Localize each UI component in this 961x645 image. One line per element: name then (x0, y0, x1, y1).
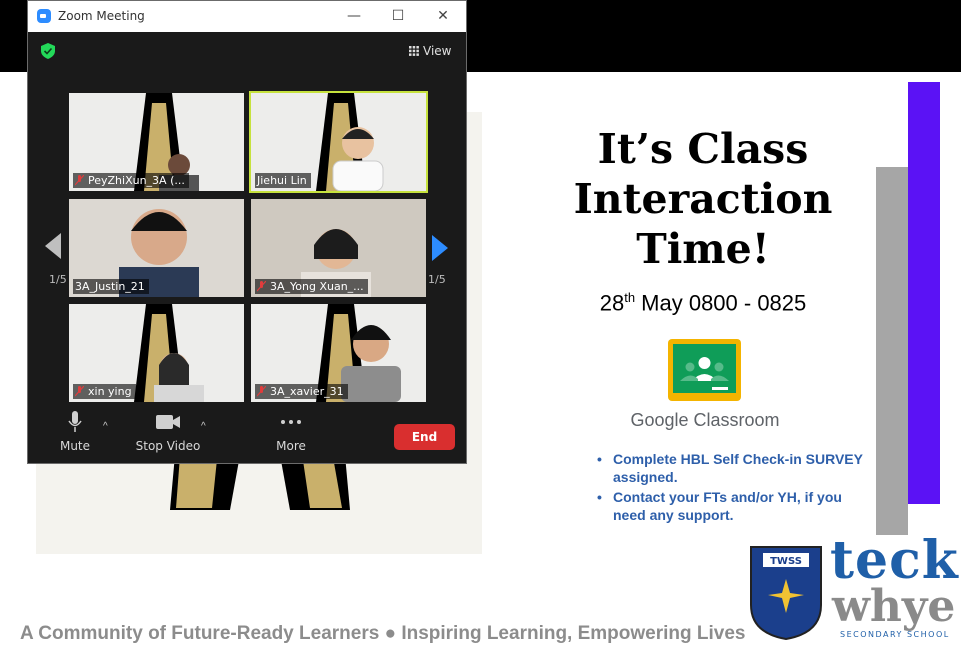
previous-page-arrow-icon[interactable] (45, 233, 61, 259)
audio-options-chevron-up-icon[interactable]: ^ (103, 421, 108, 432)
next-page-arrow-icon[interactable] (432, 235, 448, 261)
participant-name-label: 3A_Yong Xuan_... (255, 279, 368, 294)
school-crest-icon: TWSS (750, 546, 822, 641)
grid-view-icon (409, 46, 419, 56)
mic-muted-icon (75, 386, 84, 397)
video-camera-icon (156, 415, 180, 429)
date-suffix: th (624, 290, 636, 305)
slide-title-line: Interaction (573, 175, 833, 223)
close-button[interactable]: ✕ (431, 5, 455, 27)
participant-name: 3A_xavier_31 (270, 385, 344, 398)
accent-bar-purple (908, 82, 940, 504)
participant-name-label: PeyZhiXun_3A (... (73, 173, 189, 188)
slide-date: 28th May 0800 - 0825 (548, 290, 858, 316)
participant-name: PeyZhiXun_3A (... (88, 174, 185, 187)
participant-name: 3A_Justin_21 (75, 280, 145, 293)
stop-video-button[interactable]: Stop Video (134, 411, 202, 453)
end-meeting-button[interactable]: End (394, 424, 455, 450)
maximize-button[interactable]: ☐ (386, 5, 410, 27)
crest-text: TWSS (770, 556, 802, 567)
view-label: View (423, 44, 452, 58)
slide-title-line: It’s Class (597, 125, 809, 173)
participant-tile-active-speaker[interactable]: Jiehui Lin (251, 93, 426, 191)
participant-video (154, 353, 204, 402)
more-label: More (276, 439, 306, 453)
instructions-list: Complete HBL Self Check-in SURVEY assign… (595, 450, 865, 526)
instruction-item: Complete HBL Self Check-in SURVEY assign… (595, 450, 865, 486)
stop-video-label: Stop Video (135, 439, 201, 453)
brand-line-school: SECONDARY SCHOOL (840, 630, 950, 639)
more-button[interactable]: More (274, 411, 308, 453)
participant-tile[interactable]: 3A_xavier_31 (251, 304, 426, 402)
security-shield-icon[interactable] (41, 43, 55, 59)
participant-name: 3A_Yong Xuan_... (270, 280, 364, 293)
mic-muted-icon (257, 386, 266, 397)
participant-video (332, 127, 384, 191)
page-indicator-left: 1/5 (49, 273, 67, 286)
participant-tile[interactable]: 3A_Yong Xuan_... (251, 199, 426, 297)
window-titlebar[interactable]: Zoom Meeting — ☐ ✕ (28, 1, 466, 32)
microphone-icon (68, 411, 82, 432)
google-classroom-icon (668, 339, 741, 401)
google-classroom-label: Google Classroom (630, 410, 780, 430)
mic-muted-icon (257, 281, 266, 292)
mute-button[interactable]: Mute (58, 411, 92, 453)
mute-label: Mute (59, 439, 91, 453)
instruction-item: Contact your FTs and/or YH, if you need … (595, 488, 865, 524)
zoom-app-icon (37, 9, 51, 23)
participant-tile[interactable]: PeyZhiXun_3A (... (69, 93, 244, 191)
brand-line-whye: whye (832, 581, 956, 632)
view-button[interactable]: View (409, 44, 451, 60)
more-dots-icon (281, 420, 301, 424)
participant-name-label: Jiehui Lin (255, 173, 311, 188)
zoom-meeting-window: Zoom Meeting — ☐ ✕ View PeyZhiXun_3A (..… (27, 0, 467, 464)
footer-motto: A Community of Future-Ready Learners ● I… (20, 623, 746, 644)
mic-muted-icon (75, 175, 84, 186)
participant-name-label: xin ying (73, 384, 136, 399)
slide-title: It’s Class Interaction Time! (548, 124, 858, 274)
slide-title-line: Time! (636, 225, 770, 273)
participant-name: xin ying (88, 385, 132, 398)
participant-name: Jiehui Lin (257, 174, 307, 187)
participant-tile[interactable]: 3A_Justin_21 (69, 199, 244, 297)
participant-name-label: 3A_xavier_31 (255, 384, 348, 399)
page-indicator-right: 1/5 (428, 273, 446, 286)
minimize-button[interactable]: — (342, 5, 366, 27)
window-title: Zoom Meeting (58, 9, 145, 23)
school-brand-logo: teck whye SECONDARY SCHOOL (830, 533, 958, 643)
accent-bar-grey (876, 167, 908, 535)
date-rest: May 0800 - 0825 (635, 290, 807, 316)
date-day: 28 (599, 290, 625, 316)
participant-tile[interactable]: xin ying (69, 304, 244, 402)
video-options-chevron-up-icon[interactable]: ^ (201, 421, 206, 432)
participant-name-label: 3A_Justin_21 (73, 279, 149, 294)
